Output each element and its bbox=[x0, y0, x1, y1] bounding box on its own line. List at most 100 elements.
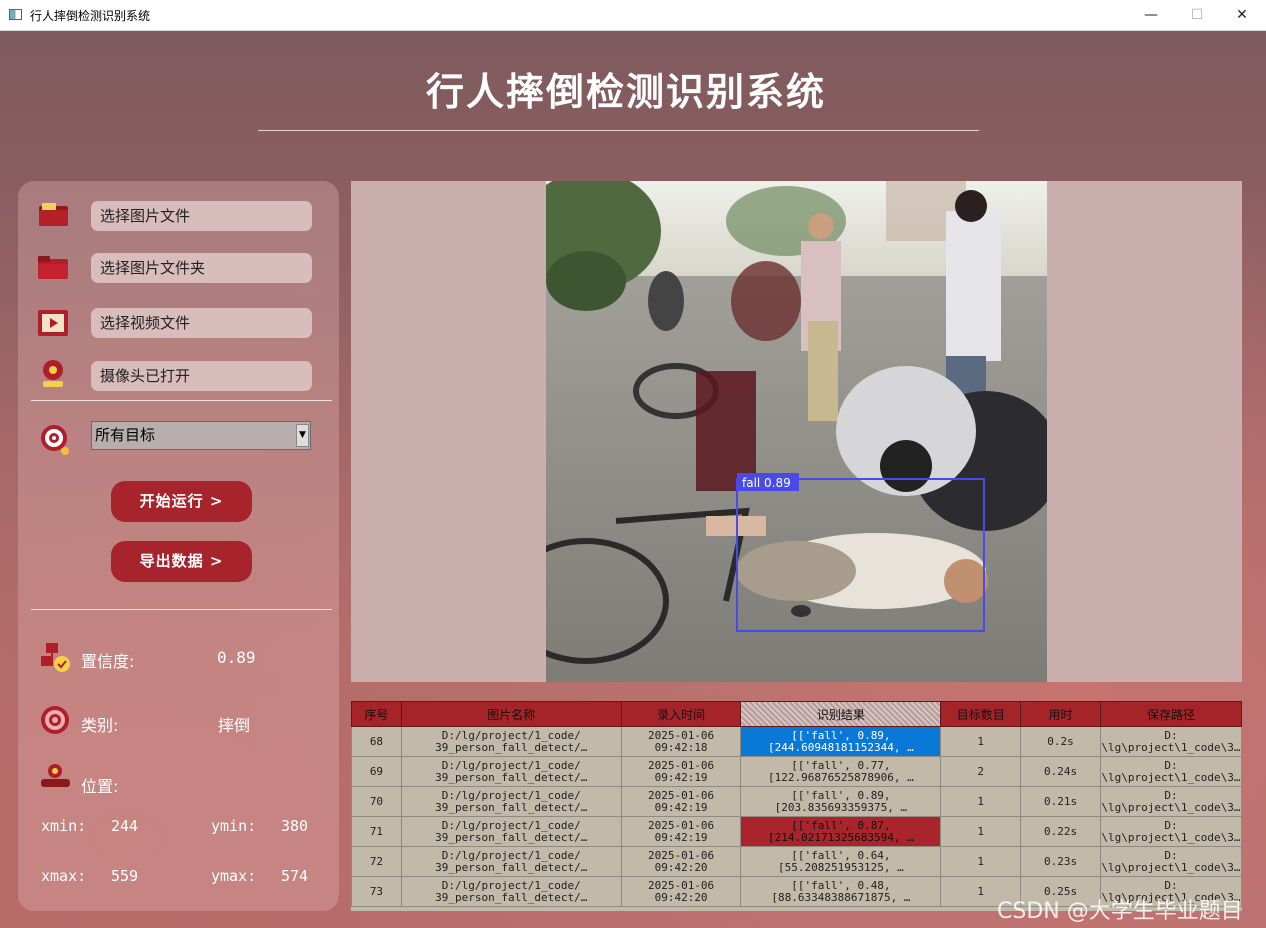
cell-id[interactable]: 71 bbox=[351, 816, 402, 847]
cell-result[interactable]: [['fall', 0.48, [88.63348388671875, … bbox=[740, 876, 942, 907]
cell-path[interactable]: D: \lg\project\1_code\3… bbox=[1099, 726, 1242, 757]
camera-button[interactable]: 摄像头已打开 bbox=[91, 361, 312, 391]
cell-result[interactable]: [['fall', 0.77, [122.96876525878906, … bbox=[740, 756, 942, 787]
cell-time[interactable]: 2025-01-06 09:42:19 bbox=[620, 786, 742, 817]
detection-label: fall 0.89 bbox=[742, 476, 791, 490]
target-select[interactable]: 所有目标 ▼ bbox=[91, 421, 311, 450]
cell-time[interactable]: 2025-01-06 09:42:19 bbox=[620, 756, 742, 787]
window-titlebar: 行人摔倒检测识别系统 — ☐ ✕ bbox=[0, 0, 1266, 31]
close-button[interactable]: ✕ bbox=[1219, 0, 1265, 30]
cell-result-text: [['fall', 0.48, bbox=[791, 878, 891, 892]
cell-image-name-text: 39_person_fall_detect/… bbox=[435, 830, 588, 844]
cell-duration-text: 0.21s bbox=[1043, 794, 1078, 808]
table-row[interactable]: 68 D:/lg/project/1_code/39_person_fall_de… bbox=[351, 726, 1242, 757]
cell-duration-text: 0.22s bbox=[1043, 824, 1078, 838]
cell-result[interactable]: [['fall', 0.64, [55.208251953125, … bbox=[740, 846, 942, 877]
column-header-path[interactable]: 保存路径 bbox=[1099, 701, 1242, 727]
ymin-value: 380 bbox=[281, 817, 309, 835]
cell-id[interactable]: 68 bbox=[351, 726, 402, 757]
column-header-count[interactable]: 目标数目 bbox=[940, 701, 1022, 727]
cell-duration[interactable]: 0.22s bbox=[1020, 816, 1101, 847]
cell-time[interactable]: 2025-01-06 09:42:20 bbox=[620, 846, 742, 877]
cell-time[interactable]: 2025-01-06 09:42:18 bbox=[620, 726, 742, 757]
cell-path-text: \lg\project\1_code\3… bbox=[1101, 740, 1241, 754]
select-folder-button[interactable]: 选择图片文件夹 bbox=[91, 253, 312, 283]
xmax-value: 559 bbox=[111, 867, 139, 885]
column-header-name[interactable]: 图片名称 bbox=[400, 701, 622, 727]
chevron-down-icon[interactable]: ▼ bbox=[296, 424, 309, 447]
export-data-button[interactable]: 导出数据 > bbox=[111, 541, 252, 582]
cell-path[interactable]: D: \lg\project\1_code\3… bbox=[1099, 816, 1242, 847]
video-icon bbox=[38, 310, 68, 336]
cell-count-text: 2 bbox=[977, 764, 985, 778]
cell-image-name[interactable]: D:/lg/project/1_code/39_person_fall_dete… bbox=[400, 876, 622, 907]
confidence-value: 0.89 bbox=[217, 648, 256, 667]
table-row[interactable]: 71 D:/lg/project/1_code/39_person_fall_de… bbox=[351, 816, 1242, 847]
cell-count[interactable]: 2 bbox=[940, 756, 1022, 787]
cell-duration[interactable]: 0.24s bbox=[1020, 756, 1101, 787]
cell-path[interactable]: D: \lg\project\1_code\3… bbox=[1099, 846, 1242, 877]
cell-time[interactable]: 2025-01-06 09:42:19 bbox=[620, 816, 742, 847]
target-select-value: 所有目标 bbox=[95, 426, 156, 444]
column-header-duration[interactable]: 用时 bbox=[1020, 701, 1101, 727]
cell-count[interactable]: 1 bbox=[940, 816, 1022, 847]
cell-id[interactable]: 70 bbox=[351, 786, 402, 817]
table-row[interactable]: 69 D:/lg/project/1_code/39_person_fall_de… bbox=[351, 756, 1242, 787]
column-header-result[interactable]: 识别结果 bbox=[740, 701, 942, 727]
app-icon bbox=[9, 9, 22, 20]
cell-count[interactable]: 1 bbox=[940, 846, 1022, 877]
cell-duration[interactable]: 0.21s bbox=[1020, 786, 1101, 817]
cell-count[interactable]: 1 bbox=[940, 786, 1022, 817]
maximize-button[interactable]: ☐ bbox=[1174, 0, 1220, 30]
cell-result-text: [['fall', 0.64, bbox=[791, 848, 891, 862]
window-title: 行人摔倒检测识别系统 bbox=[30, 9, 151, 23]
cell-id[interactable]: 69 bbox=[351, 756, 402, 787]
cell-result-text: [203.835693359375, … bbox=[774, 800, 908, 814]
select-video-button[interactable]: 选择视频文件 bbox=[91, 308, 312, 338]
column-header-id[interactable]: 序号 bbox=[351, 701, 402, 727]
cell-result-text: [55.208251953125, … bbox=[777, 860, 904, 874]
cell-image-name-text: 39_person_fall_detect/… bbox=[435, 740, 588, 754]
cell-time[interactable]: 2025-01-06 09:42:20 bbox=[620, 876, 742, 907]
cell-image-name[interactable]: D:/lg/project/1_code/39_person_fall_dete… bbox=[400, 816, 622, 847]
select-image-button[interactable]: 选择图片文件 bbox=[91, 201, 312, 231]
cell-count[interactable]: 1 bbox=[940, 726, 1022, 757]
ymin-label: ymin: bbox=[211, 817, 257, 835]
watermark: CSDN @大学生毕业题目 bbox=[997, 899, 1243, 924]
start-run-button[interactable]: 开始运行 > bbox=[111, 481, 252, 522]
cell-path-text: D: bbox=[1164, 788, 1178, 802]
cell-path-text: \lg\project\1_code\3… bbox=[1101, 800, 1241, 814]
cell-id[interactable]: 72 bbox=[351, 846, 402, 877]
cell-duration[interactable]: 0.23s bbox=[1020, 846, 1101, 877]
cell-count-text: 1 bbox=[977, 854, 985, 868]
cell-duration[interactable]: 0.2s bbox=[1020, 726, 1101, 757]
cell-image-name[interactable]: D:/lg/project/1_code/39_person_fall_dete… bbox=[400, 756, 622, 787]
minimize-button[interactable]: — bbox=[1128, 0, 1174, 30]
cell-result[interactable]: [['fall', 0.89, [244.60948181152344, … bbox=[740, 726, 942, 757]
cell-time-text: 2025-01-06 bbox=[647, 728, 715, 742]
camera-icon bbox=[43, 360, 63, 387]
table-row[interactable]: 72 D:/lg/project/1_code/39_person_fall_de… bbox=[351, 846, 1242, 877]
cell-path-text: D: bbox=[1164, 728, 1178, 742]
cell-result[interactable]: [['fall', 0.87, [214.02171325683594, … bbox=[740, 816, 942, 847]
cell-image-name[interactable]: D:/lg/project/1_code/39_person_fall_dete… bbox=[400, 846, 622, 877]
table-row[interactable]: 70 D:/lg/project/1_code/39_person_fall_de… bbox=[351, 786, 1242, 817]
cell-path[interactable]: D: \lg\project\1_code\3… bbox=[1099, 786, 1242, 817]
cell-path-text: D: bbox=[1164, 818, 1178, 832]
cell-image-name-text: D:/lg/project/1_code/ bbox=[441, 728, 581, 742]
class-icon bbox=[41, 706, 69, 734]
cell-image-name[interactable]: D:/lg/project/1_code/39_person_fall_dete… bbox=[400, 786, 622, 817]
cell-id-text: 72 bbox=[369, 854, 384, 868]
image-file-icon bbox=[39, 203, 68, 226]
cell-id[interactable]: 73 bbox=[351, 876, 402, 907]
cell-id-text: 71 bbox=[369, 824, 384, 838]
results-table[interactable]: 序号 图片名称 录入时间 识别结果 目标数目 用时 保存路径 68 D:/lg/p… bbox=[351, 701, 1242, 911]
column-header-time[interactable]: 录入时间 bbox=[620, 701, 742, 727]
cell-time-text: 2025-01-06 bbox=[647, 788, 715, 802]
cell-path[interactable]: D: \lg\project\1_code\3… bbox=[1099, 756, 1242, 787]
cell-image-name[interactable]: D:/lg/project/1_code/39_person_fall_dete… bbox=[400, 726, 622, 757]
cell-result[interactable]: [['fall', 0.89, [203.835693359375, … bbox=[740, 786, 942, 817]
cell-id-text: 68 bbox=[369, 734, 384, 748]
cell-image-name-text: D:/lg/project/1_code/ bbox=[441, 878, 581, 892]
cell-duration-text: 0.23s bbox=[1043, 854, 1078, 868]
